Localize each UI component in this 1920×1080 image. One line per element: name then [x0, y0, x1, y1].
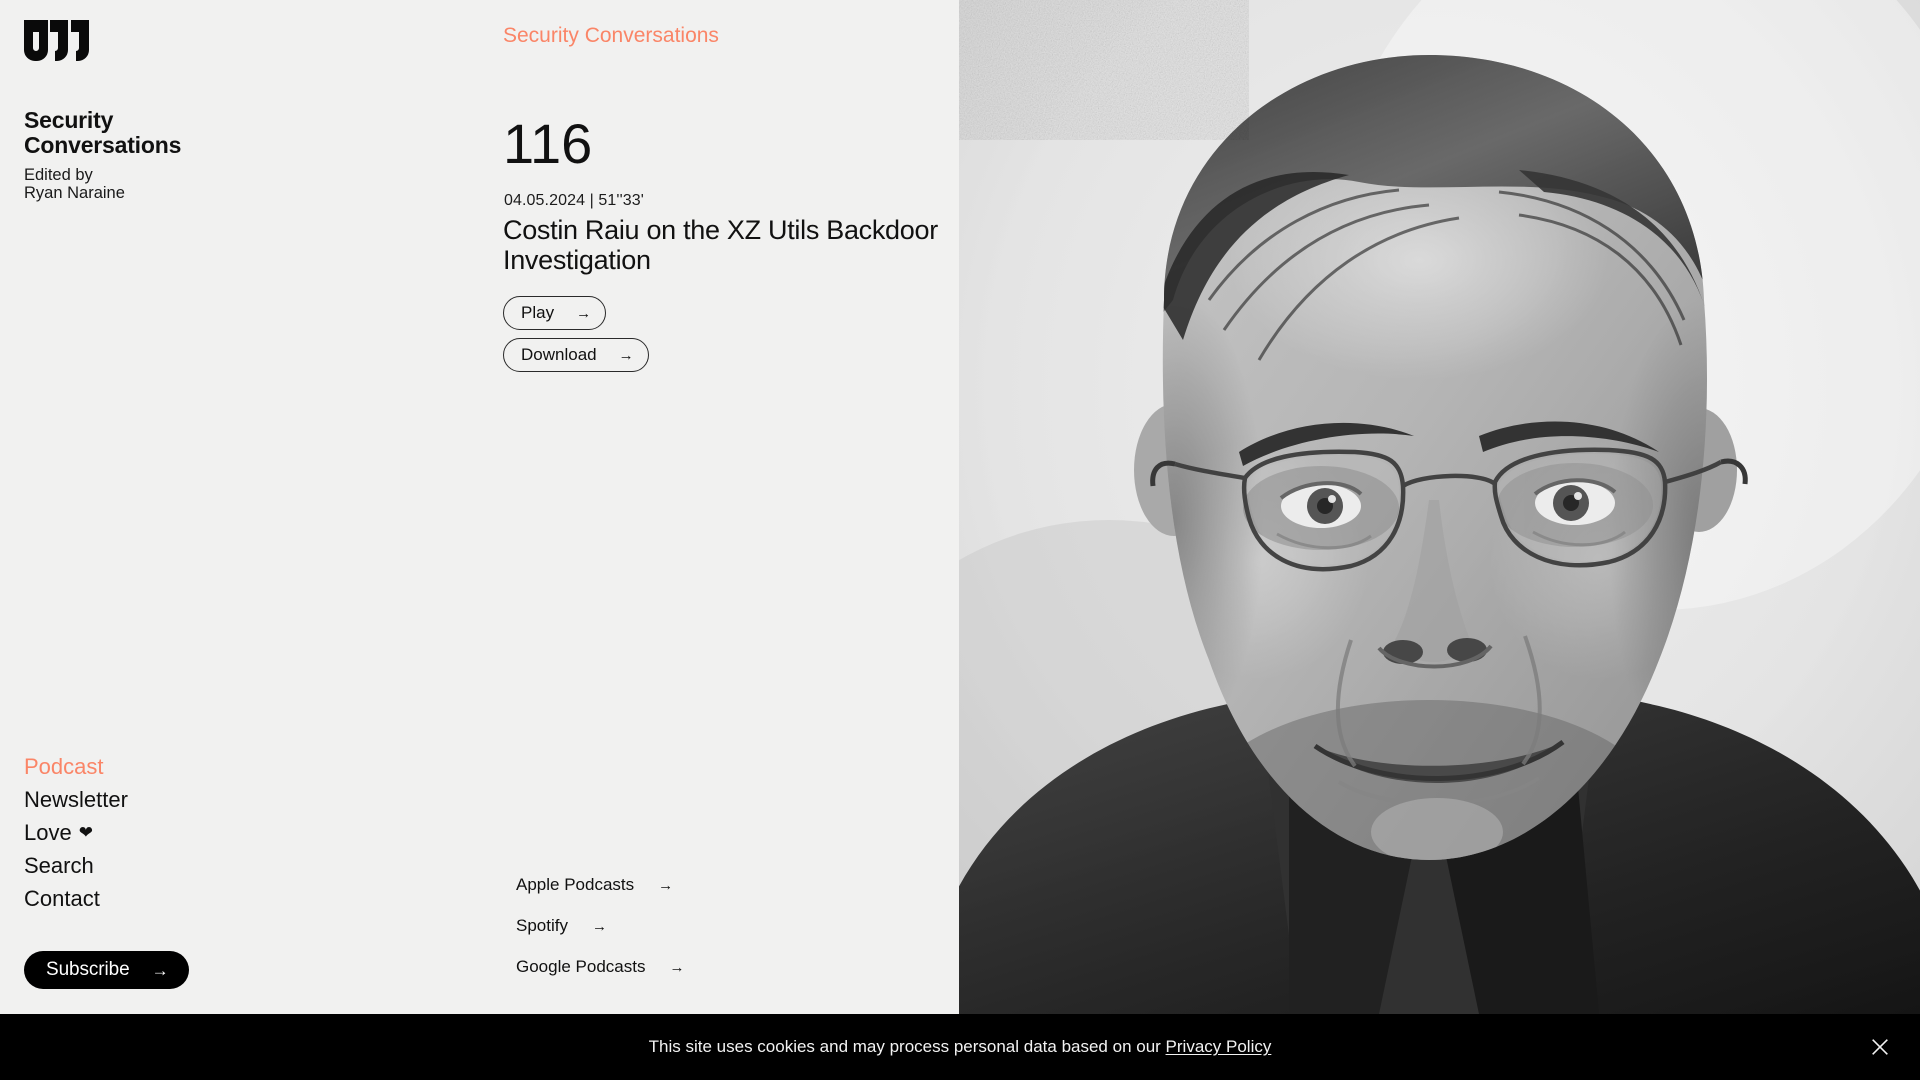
left-sidebar: Security Conversations Edited by Ryan Na… — [0, 0, 500, 1014]
play-button[interactable]: Play → — [503, 296, 607, 330]
episode-meta: 04.05.2024 | 51''33' — [504, 192, 644, 209]
download-button-label: Download — [521, 345, 597, 364]
edited-by-label: Edited by — [24, 165, 93, 184]
main-navigation: Podcast Newsletter Love ❤ Search Contact — [24, 752, 128, 914]
editor-name: Ryan Naraine — [24, 184, 125, 203]
arrow-right-icon: → — [618, 346, 634, 364]
nav-item-label: Love — [24, 820, 72, 845]
guest-portrait — [959, 0, 1920, 1014]
heart-icon: ❤ — [78, 822, 93, 842]
nav-item-label: Contact — [24, 886, 100, 911]
platform-link-label: Spotify — [516, 916, 568, 935]
nav-item-label: Podcast — [24, 754, 104, 779]
play-button-label: Play — [521, 303, 555, 322]
cookie-banner: This site uses cookies and may process p… — [0, 1014, 1920, 1080]
nav-item-label: Search — [24, 853, 94, 878]
arrow-right-icon: → — [591, 917, 607, 935]
platform-link-google-podcasts[interactable]: Google Podcasts → — [516, 956, 684, 978]
platform-links: Apple Podcasts → Spotify → Google Podcas… — [516, 874, 684, 978]
episode-column: Security Conversations 116 04.05.2024 | … — [503, 0, 958, 1014]
quote-marks-logo-icon[interactable] — [24, 20, 90, 66]
download-button[interactable]: Download → — [503, 338, 649, 372]
podcast-episode-page: Security Conversations Edited by Ryan Na… — [0, 0, 1920, 1080]
arrow-right-icon: → — [669, 958, 685, 976]
cookie-message: This site uses cookies and may process p… — [649, 1036, 1272, 1058]
close-icon — [1872, 1039, 1888, 1055]
platform-link-apple-podcasts[interactable]: Apple Podcasts → — [516, 874, 673, 896]
brand-block: Security Conversations Edited by Ryan Na… — [24, 108, 324, 203]
episode-number: 116 — [503, 112, 593, 175]
platform-link-label: Google Podcasts — [516, 957, 646, 976]
privacy-policy-link[interactable]: Privacy Policy — [1166, 1037, 1272, 1056]
arrow-right-icon: → — [658, 876, 674, 894]
subscribe-button-label: Subscribe — [46, 959, 130, 980]
nav-item-newsletter[interactable]: Newsletter — [24, 785, 128, 815]
page-title: Costin Raiu on the XZ Utils Backdoor Inv… — [503, 215, 938, 276]
nav-item-podcast[interactable]: Podcast — [24, 752, 104, 782]
platform-link-spotify[interactable]: Spotify → — [516, 915, 607, 937]
arrow-right-icon: → — [576, 304, 592, 322]
subscribe-button[interactable]: Subscribe → — [24, 951, 189, 989]
breadcrumb-show-link[interactable]: Security Conversations — [503, 22, 719, 50]
platform-link-label: Apple Podcasts — [516, 875, 635, 894]
cookie-message-text: This site uses cookies and may process p… — [648, 1037, 1166, 1056]
arrow-right-icon: → — [151, 960, 169, 980]
nav-item-search[interactable]: Search — [24, 851, 94, 881]
brand-title: Security Conversations — [24, 107, 182, 158]
nav-item-love[interactable]: Love ❤ — [24, 818, 93, 848]
cookie-close-button[interactable] — [1866, 1033, 1894, 1061]
nav-item-contact[interactable]: Contact — [24, 884, 100, 914]
episode-actions: Play → Download → — [503, 296, 649, 372]
nav-item-label: Newsletter — [24, 787, 128, 812]
